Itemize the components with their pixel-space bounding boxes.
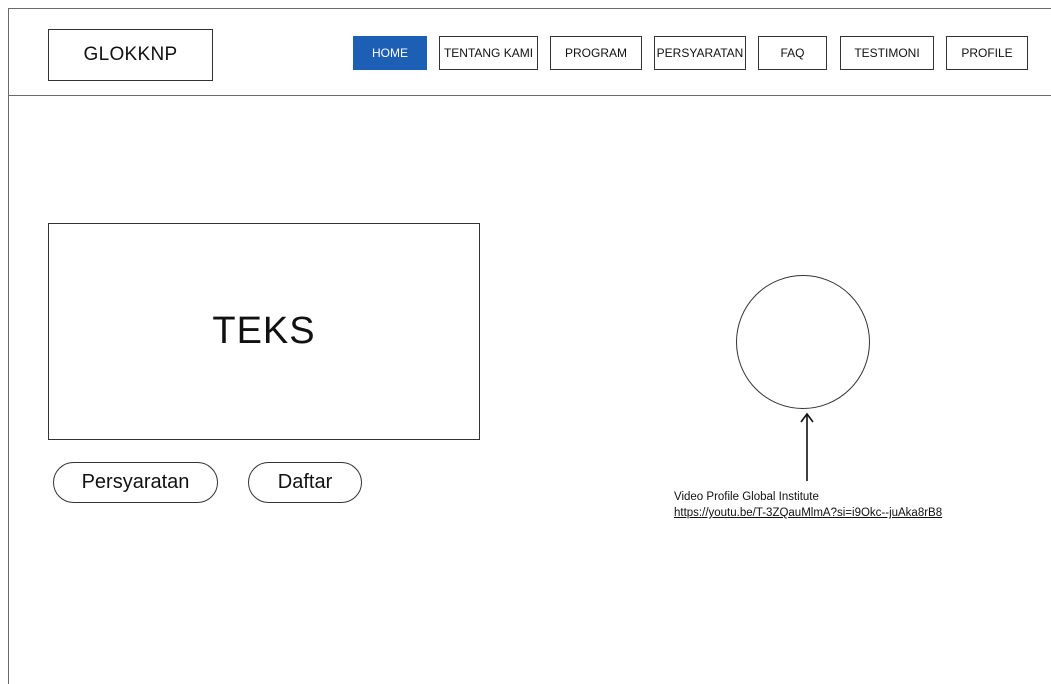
- video-link[interactable]: https://youtu.be/T-3ZQauMlmA?si=i9Okc--j…: [674, 505, 942, 521]
- video-title: Video Profile Global Institute: [674, 491, 819, 503]
- video-placeholder[interactable]: [736, 275, 870, 409]
- hero-text-placeholder: TEKS: [48, 223, 480, 440]
- arrow-up-icon: [800, 412, 814, 481]
- nav-persyaratan-button[interactable]: PERSYARATAN: [654, 36, 746, 70]
- site-logo[interactable]: GLOKKNP: [48, 29, 213, 81]
- nav-tentang-kami-button[interactable]: TENTANG KAMI: [439, 36, 538, 70]
- requirements-button[interactable]: Persyaratan: [53, 462, 218, 503]
- nav-program-button[interactable]: PROGRAM: [550, 36, 642, 70]
- video-caption: Video Profile Global Institute https://y…: [674, 489, 942, 521]
- nav-profile-button[interactable]: PROFILE: [946, 36, 1028, 70]
- nav-testimoni-button[interactable]: TESTIMONI: [840, 36, 934, 70]
- nav-faq-button[interactable]: FAQ: [758, 36, 827, 70]
- register-button[interactable]: Daftar: [248, 462, 362, 503]
- nav-home-button[interactable]: HOME: [353, 36, 427, 70]
